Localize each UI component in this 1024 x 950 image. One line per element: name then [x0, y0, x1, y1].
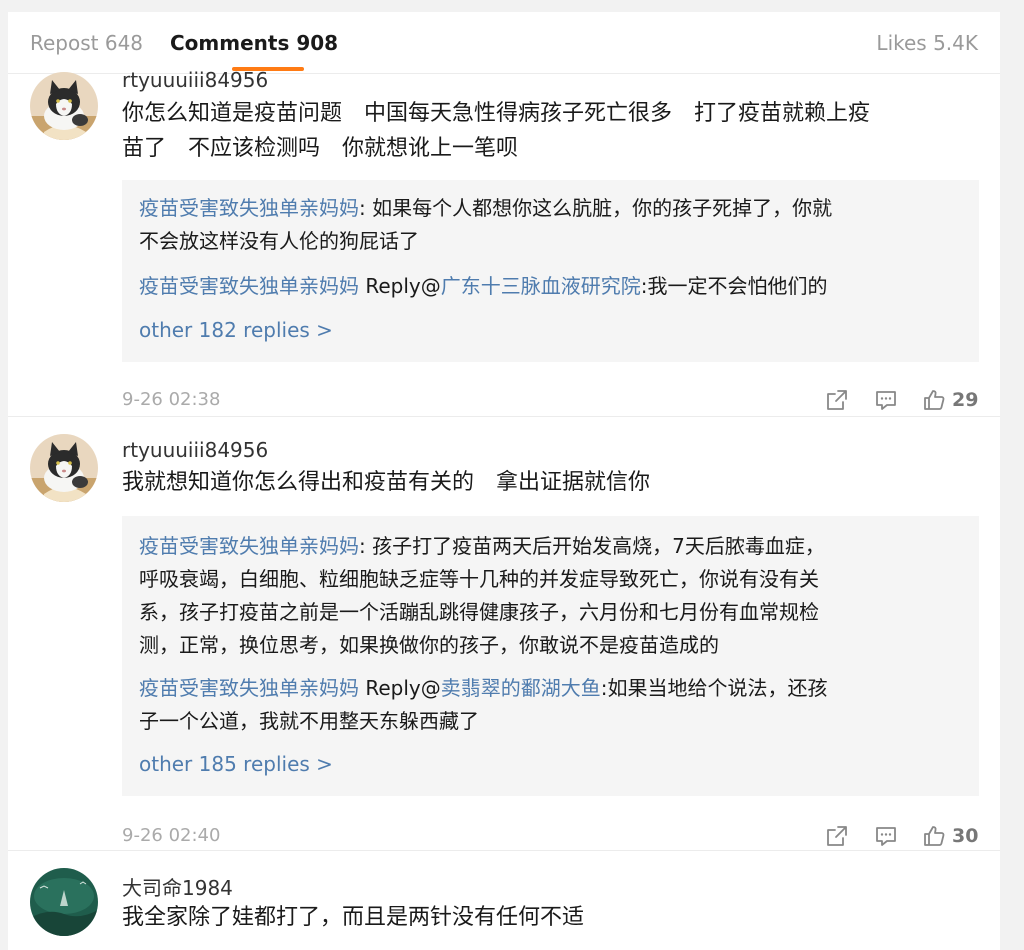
comment-item: 大司命1984 我全家除了娃都打了，而且是两针没有任何不适 — [8, 866, 1000, 950]
tab-likes[interactable]: Likes 5.4K — [876, 30, 978, 56]
tab-repost[interactable]: Repost 648 — [30, 30, 143, 56]
comment-item: rtyuuuiii84956 你怎么知道是疫苗问题 中国每天急性得病孩子死亡很多… — [8, 68, 1000, 416]
divider — [8, 416, 1000, 417]
reply-text: 子一个公道，我就不用整天东躲西藏了 — [139, 709, 479, 733]
reply-text: 系，孩子打疫苗之前是一个活蹦乱跳得健康孩子，六月份和七月份有血常规检 — [139, 600, 819, 624]
comment-username[interactable]: 大司命1984 — [122, 872, 233, 901]
avatar[interactable] — [30, 868, 98, 936]
comment-text-line: 我全家除了娃都打了，而且是两针没有任何不适 — [122, 905, 585, 930]
comment-username[interactable]: rtyuuuiii84956 — [122, 68, 268, 92]
thumbs-up-icon[interactable] — [922, 388, 946, 412]
comment-time: 9-26 02:40 — [122, 825, 221, 846]
reply-item[interactable]: 疫苗受害致失独单亲妈妈: 如果每个人都想你这么肮脏，你的孩子死掉了，你就 不会放… — [139, 192, 959, 258]
reply-item[interactable]: 疫苗受害致失独单亲妈妈: 孩子打了疫苗两天后开始发高烧，7天后脓毒血症， 呼吸衰… — [139, 530, 959, 662]
comment-icon[interactable] — [874, 388, 898, 412]
reply-author[interactable]: 疫苗受害致失独单亲妈妈 — [139, 196, 359, 220]
more-replies-link[interactable]: other 185 replies > — [139, 752, 333, 776]
share-icon[interactable] — [825, 388, 849, 412]
reply-text: 不会放这样没有人伦的狗屁话了 — [139, 229, 419, 253]
reply-author[interactable]: 疫苗受害致失独单亲妈妈 — [139, 534, 359, 558]
reply-item[interactable]: 疫苗受害致失独单亲妈妈 Reply@卖翡翠的鄱湖大鱼:如果当地给个说法，还孩 子… — [139, 672, 959, 738]
reply-box: 疫苗受害致失独单亲妈妈: 如果每个人都想你这么肮脏，你的孩子死掉了，你就 不会放… — [122, 180, 979, 362]
avatar[interactable] — [30, 434, 98, 502]
comment-text-line: 你怎么知道是疫苗问题 中国每天急性得病孩子死亡很多 打了疫苗就赖上疫 — [122, 101, 871, 126]
divider — [8, 850, 1000, 851]
reply-item[interactable]: 疫苗受害致失独单亲妈妈 Reply@广东十三脉血液研究院:我一定不会怕他们的 — [139, 270, 959, 303]
reply-text: : 孩子打了疫苗两天后开始发高烧，7天后脓毒血症， — [359, 534, 825, 558]
reply-text: : 如果每个人都想你这么肮脏，你的孩子死掉了，你就 — [359, 196, 833, 220]
more-replies-link[interactable]: other 182 replies > — [139, 318, 333, 342]
comment-meta: 9-26 02:38 29 — [122, 386, 980, 414]
tab-bar: Repost 648 Comments 908 Likes 5.4K — [8, 12, 1000, 74]
tab-comments[interactable]: Comments 908 — [170, 30, 338, 56]
reply-box: 疫苗受害致失独单亲妈妈: 孩子打了疫苗两天后开始发高烧，7天后脓毒血症， 呼吸衰… — [122, 516, 979, 796]
reply-text: 测，正常，换位思考，如果换做你的孩子，你敢说不是疫苗造成的 — [139, 633, 719, 657]
comment-text: 我全家除了娃都打了，而且是两针没有任何不适 — [122, 900, 982, 935]
reply-author[interactable]: 疫苗受害致失独单亲妈妈 — [139, 676, 359, 700]
comment-text-line: 我就想知道你怎么得出和疫苗有关的 拿出证据就信你 — [122, 470, 651, 495]
comment-time: 9-26 02:38 — [122, 389, 221, 410]
comments-panel: Repost 648 Comments 908 Likes 5.4K rtyuu… — [8, 12, 1000, 950]
reply-author[interactable]: 疫苗受害致失独单亲妈妈 — [139, 274, 359, 298]
comment-text: 我就想知道你怎么得出和疫苗有关的 拿出证据就信你 — [122, 465, 982, 500]
reply-text: 呼吸衰竭，白细胞、粒细胞缺乏症等十几种的并发症导致死亡，你说有没有关 — [139, 567, 819, 591]
share-icon[interactable] — [825, 824, 849, 848]
reply-mention[interactable]: 卖翡翠的鄱湖大鱼 — [441, 676, 601, 700]
comment-text-line: 苗了 不应该检测吗 你就想讹上一笔呗 — [122, 136, 519, 161]
comment-icon[interactable] — [874, 824, 898, 848]
comment-text: 你怎么知道是疫苗问题 中国每天急性得病孩子死亡很多 打了疫苗就赖上疫 苗了 不应… — [122, 96, 982, 166]
thumbs-up-icon[interactable] — [922, 824, 946, 848]
reply-prefix: Reply@ — [359, 274, 441, 298]
comment-item: rtyuuuiii84956 我就想知道你怎么得出和疫苗有关的 拿出证据就信你 … — [8, 432, 1000, 852]
reply-text: :如果当地给个说法，还孩 — [600, 676, 828, 700]
comment-username[interactable]: rtyuuuiii84956 — [122, 438, 268, 462]
reply-prefix: Reply@ — [359, 676, 441, 700]
reply-mention[interactable]: 广东十三脉血液研究院 — [441, 274, 641, 298]
like-count: 29 — [952, 389, 979, 411]
like-count: 30 — [952, 825, 979, 847]
avatar[interactable] — [30, 72, 98, 140]
comment-meta: 9-26 02:40 30 — [122, 822, 980, 850]
reply-text: :我一定不会怕他们的 — [640, 274, 828, 298]
